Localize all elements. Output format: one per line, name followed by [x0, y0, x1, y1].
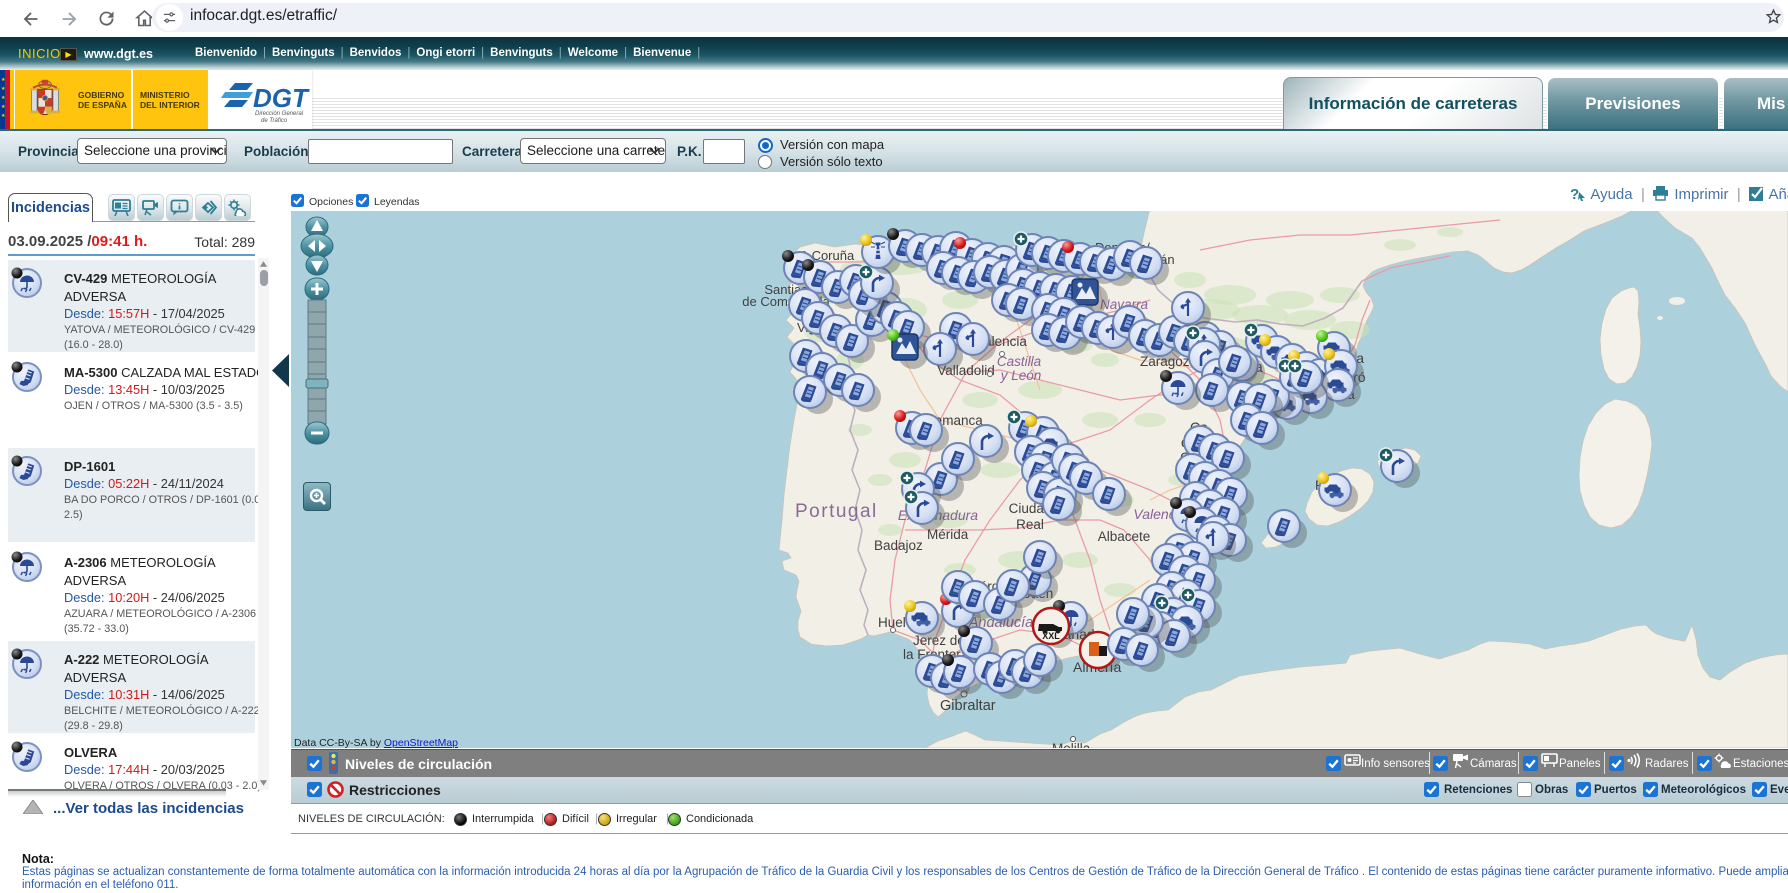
svg-text:XXL: XXL	[1042, 631, 1060, 641]
svg-text:Badajoz: Badajoz	[874, 538, 923, 553]
svg-text:?: ?	[1570, 186, 1579, 202]
svg-text:de Tráfico: de Tráfico	[261, 118, 288, 123]
svg-text:DGT: DGT	[253, 83, 310, 113]
svg-text:Gibraltar: Gibraltar	[940, 698, 996, 714]
svg-text:Melilla: Melilla	[1052, 741, 1091, 748]
svg-text:Albacete: Albacete	[1098, 529, 1151, 544]
svg-text:Real: Real	[1016, 517, 1044, 532]
svg-text:y León: y León	[1000, 368, 1042, 383]
svg-text:Dirección General: Dirección General	[255, 111, 304, 117]
svg-text:Portugal: Portugal	[795, 501, 878, 522]
